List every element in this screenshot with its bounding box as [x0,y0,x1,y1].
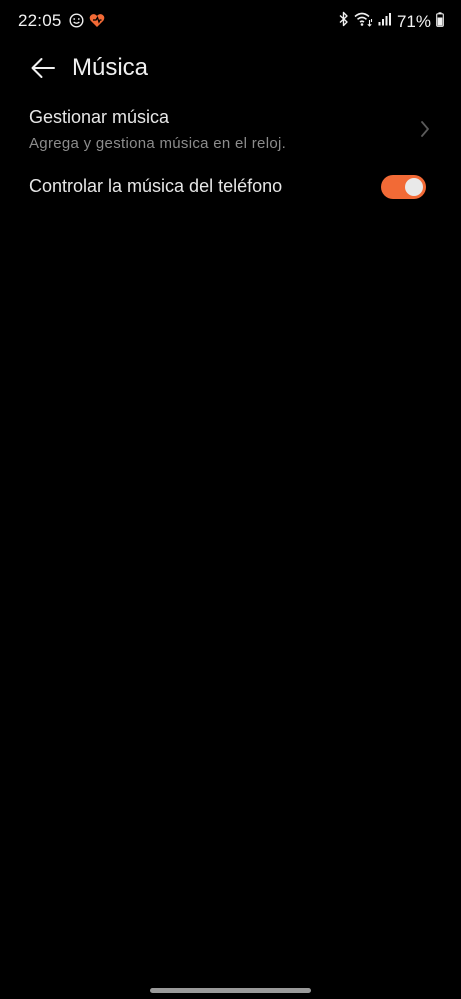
heart-tag-icon [89,13,105,33]
manage-music-row[interactable]: Gestionar música Agrega y gestiona músic… [0,104,461,160]
wifi-icon [354,11,373,32]
bluetooth-icon [338,11,349,32]
app-header: Música [0,50,461,86]
manage-music-title: Gestionar música [29,107,170,127]
arrow-left-icon [31,58,55,78]
page-title: Música [72,54,149,81]
chevron-right-icon [421,121,429,137]
control-phone-music-toggle[interactable] [381,175,426,199]
face-icon [69,13,84,33]
control-phone-music-title: Controlar la música del teléfono [29,176,283,196]
control-phone-music-row: Controlar la música del teléfono [0,170,461,204]
gesture-nav-bar[interactable] [150,988,311,993]
signal-icon [378,12,392,31]
toggle-knob [405,178,423,196]
status-bar: 22:05 71% [0,0,461,42]
back-button[interactable] [28,53,58,83]
status-time: 22:05 [18,11,62,30]
battery-icon [436,11,444,32]
battery-percent: 71% [396,11,431,31]
system-icons: 71% [338,11,444,32]
notification-icons [69,13,105,33]
manage-music-subtitle: Agrega y gestiona música en el reloj. [29,135,287,152]
